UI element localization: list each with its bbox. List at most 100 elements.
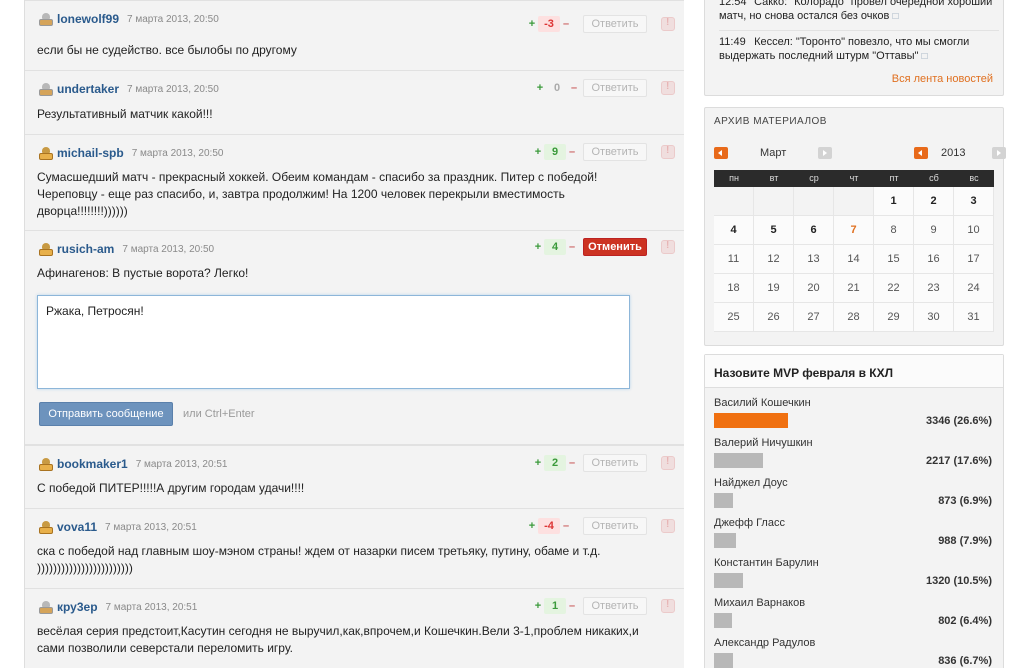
calendar-day[interactable]: 21 xyxy=(834,274,874,303)
comment-vote: + 4 – xyxy=(533,239,577,255)
calendar-day[interactable]: 12 xyxy=(754,245,794,274)
calendar-day[interactable]: 26 xyxy=(754,303,794,332)
comment-author[interactable]: vova11 xyxy=(57,520,97,534)
calendar-day[interactable]: 9 xyxy=(914,216,954,245)
send-message-button[interactable]: Отправить сообщение xyxy=(39,402,173,426)
month-nav: Март xyxy=(714,146,832,160)
report-icon[interactable] xyxy=(661,145,675,159)
comment-item: lonewolf99 7 марта 2013, 20:50 + -3 – От… xyxy=(25,0,684,71)
vote-down-button[interactable]: – xyxy=(561,520,571,532)
reply-button[interactable]: Ответить xyxy=(583,597,647,615)
poll-option[interactable]: Джефф Гласс 988 (7.9%) xyxy=(714,517,992,557)
report-icon[interactable] xyxy=(661,456,675,470)
vote-up-button[interactable]: + xyxy=(533,457,543,469)
weekday-label: вт xyxy=(769,173,779,183)
calendar-day[interactable]: 28 xyxy=(834,303,874,332)
calendar-day[interactable]: 13 xyxy=(794,245,834,274)
vote-score: 2 xyxy=(544,455,566,471)
calendar-day[interactable]: 14 xyxy=(834,245,874,274)
news-text: Сакко: "Колорадо" провел очередной хорош… xyxy=(719,0,993,22)
report-icon[interactable] xyxy=(661,240,675,254)
vote-down-button[interactable]: – xyxy=(561,18,571,30)
calendar-day[interactable]: 22 xyxy=(874,274,914,303)
prev-year-icon[interactable] xyxy=(914,147,928,159)
comment-author[interactable]: michail-spb xyxy=(57,146,124,160)
news-time: 12:54 xyxy=(719,0,747,8)
reply-button[interactable]: Ответить xyxy=(583,517,647,535)
calendar-day[interactable]: 18 xyxy=(714,274,754,303)
comment-author[interactable]: undertaker xyxy=(57,82,119,96)
comment-text: если бы не судейство. все былобы по друг… xyxy=(37,43,297,57)
calendar-day[interactable]: 2 xyxy=(914,187,954,216)
vote-down-button[interactable]: – xyxy=(567,146,577,158)
calendar-day[interactable]: 17 xyxy=(954,245,994,274)
report-icon[interactable] xyxy=(661,599,675,613)
calendar-day[interactable]: 23 xyxy=(914,274,954,303)
report-icon[interactable] xyxy=(661,17,675,31)
reply-button[interactable]: Ответить xyxy=(583,143,647,161)
comment-text: ска с победой над главным шоу-мэном стра… xyxy=(37,544,601,575)
calendar-day[interactable]: 27 xyxy=(794,303,834,332)
calendar-day[interactable]: 15 xyxy=(874,245,914,274)
next-year-icon[interactable] xyxy=(992,147,1006,159)
poll-option-value: 2217 (17.6%) xyxy=(925,455,992,467)
poll-option[interactable]: Михаил Варнаков 802 (6.4%) xyxy=(714,597,992,637)
poll-option[interactable]: Найджел Доус 873 (6.9%) xyxy=(714,477,992,517)
vote-up-button[interactable]: + xyxy=(527,520,537,532)
calendar-day[interactable]: 30 xyxy=(914,303,954,332)
calendar-day[interactable]: 19 xyxy=(754,274,794,303)
comment-author[interactable]: rusich-am xyxy=(57,242,114,256)
weekday-header: пн вт ср чт пт сб вс xyxy=(714,170,994,187)
prev-month-icon[interactable] xyxy=(714,147,728,159)
calendar-day[interactable]: 11 xyxy=(714,245,754,274)
vote-down-button[interactable]: – xyxy=(567,457,577,469)
vote-down-button[interactable]: – xyxy=(569,82,579,94)
vote-up-button[interactable]: + xyxy=(533,146,543,158)
calendar-day[interactable]: 7 xyxy=(834,216,874,245)
reply-textarea[interactable]: Ржака, Петросян! xyxy=(37,295,630,389)
calendar-week: 18 19 20 21 22 23 24 xyxy=(714,274,994,303)
reply-button[interactable]: Ответить xyxy=(583,15,647,33)
poll-option[interactable]: Валерий Ничушкин 2217 (17.6%) xyxy=(714,437,992,477)
poll-option[interactable]: Константин Барулин 1320 (10.5%) xyxy=(714,557,992,597)
news-item[interactable]: 12:54 Сакко: "Колорадо" провел очередной… xyxy=(719,0,999,24)
weekday-label: чт xyxy=(849,173,859,183)
vote-down-button[interactable]: – xyxy=(567,600,577,612)
all-news-link[interactable]: Вся лента новостей xyxy=(892,73,993,85)
calendar-day[interactable]: 6 xyxy=(794,216,834,245)
vote-up-button[interactable]: + xyxy=(533,241,543,253)
reply-button[interactable]: Ответить xyxy=(583,454,647,472)
vote-down-button[interactable]: – xyxy=(567,241,577,253)
calendar-day[interactable]: 25 xyxy=(714,303,754,332)
news-item[interactable]: 11:49 Кессел: "Торонто" повезло, что мы … xyxy=(719,30,999,64)
report-icon[interactable] xyxy=(661,519,675,533)
calendar-day[interactable]: 24 xyxy=(954,274,994,303)
calendar-day[interactable]: 16 xyxy=(914,245,954,274)
calendar-day[interactable]: 31 xyxy=(954,303,994,332)
report-icon[interactable] xyxy=(661,81,675,95)
vote-up-button[interactable]: + xyxy=(535,82,545,94)
cancel-reply-button[interactable]: Отменить xyxy=(583,238,647,256)
vote-up-button[interactable]: + xyxy=(533,600,543,612)
comment-author[interactable]: lonewolf99 xyxy=(57,12,119,26)
calendar-day[interactable]: 10 xyxy=(954,216,994,245)
reply-button[interactable]: Ответить xyxy=(583,79,647,97)
comment-header: lonewolf99 7 марта 2013, 20:50 xyxy=(39,11,219,27)
poll-option-value: 988 (7.9%) xyxy=(938,535,992,547)
poll-option[interactable]: Василий Кошечкин 3346 (26.6%) xyxy=(714,397,992,437)
calendar-day[interactable]: 29 xyxy=(874,303,914,332)
vote-up-button[interactable]: + xyxy=(527,18,537,30)
calendar-day[interactable]: 1 xyxy=(874,187,914,216)
calendar-day[interactable]: 8 xyxy=(874,216,914,245)
comment-item: vova11 7 марта 2013, 20:51 + -4 – Ответи… xyxy=(25,509,684,589)
comment-author[interactable]: кру3ер xyxy=(57,600,98,614)
calendar-day[interactable]: 20 xyxy=(794,274,834,303)
news-time: 11:49 xyxy=(719,36,746,48)
comment-author[interactable]: bookmaker1 xyxy=(57,457,128,471)
comments-bubble-icon: □ xyxy=(921,51,928,62)
calendar-day[interactable]: 5 xyxy=(754,216,794,245)
poll-option[interactable]: Александр Радулов 836 (6.7%) xyxy=(714,637,992,668)
next-month-icon[interactable] xyxy=(818,147,832,159)
calendar-day[interactable]: 4 xyxy=(714,216,754,245)
calendar-day[interactable]: 3 xyxy=(954,187,994,216)
